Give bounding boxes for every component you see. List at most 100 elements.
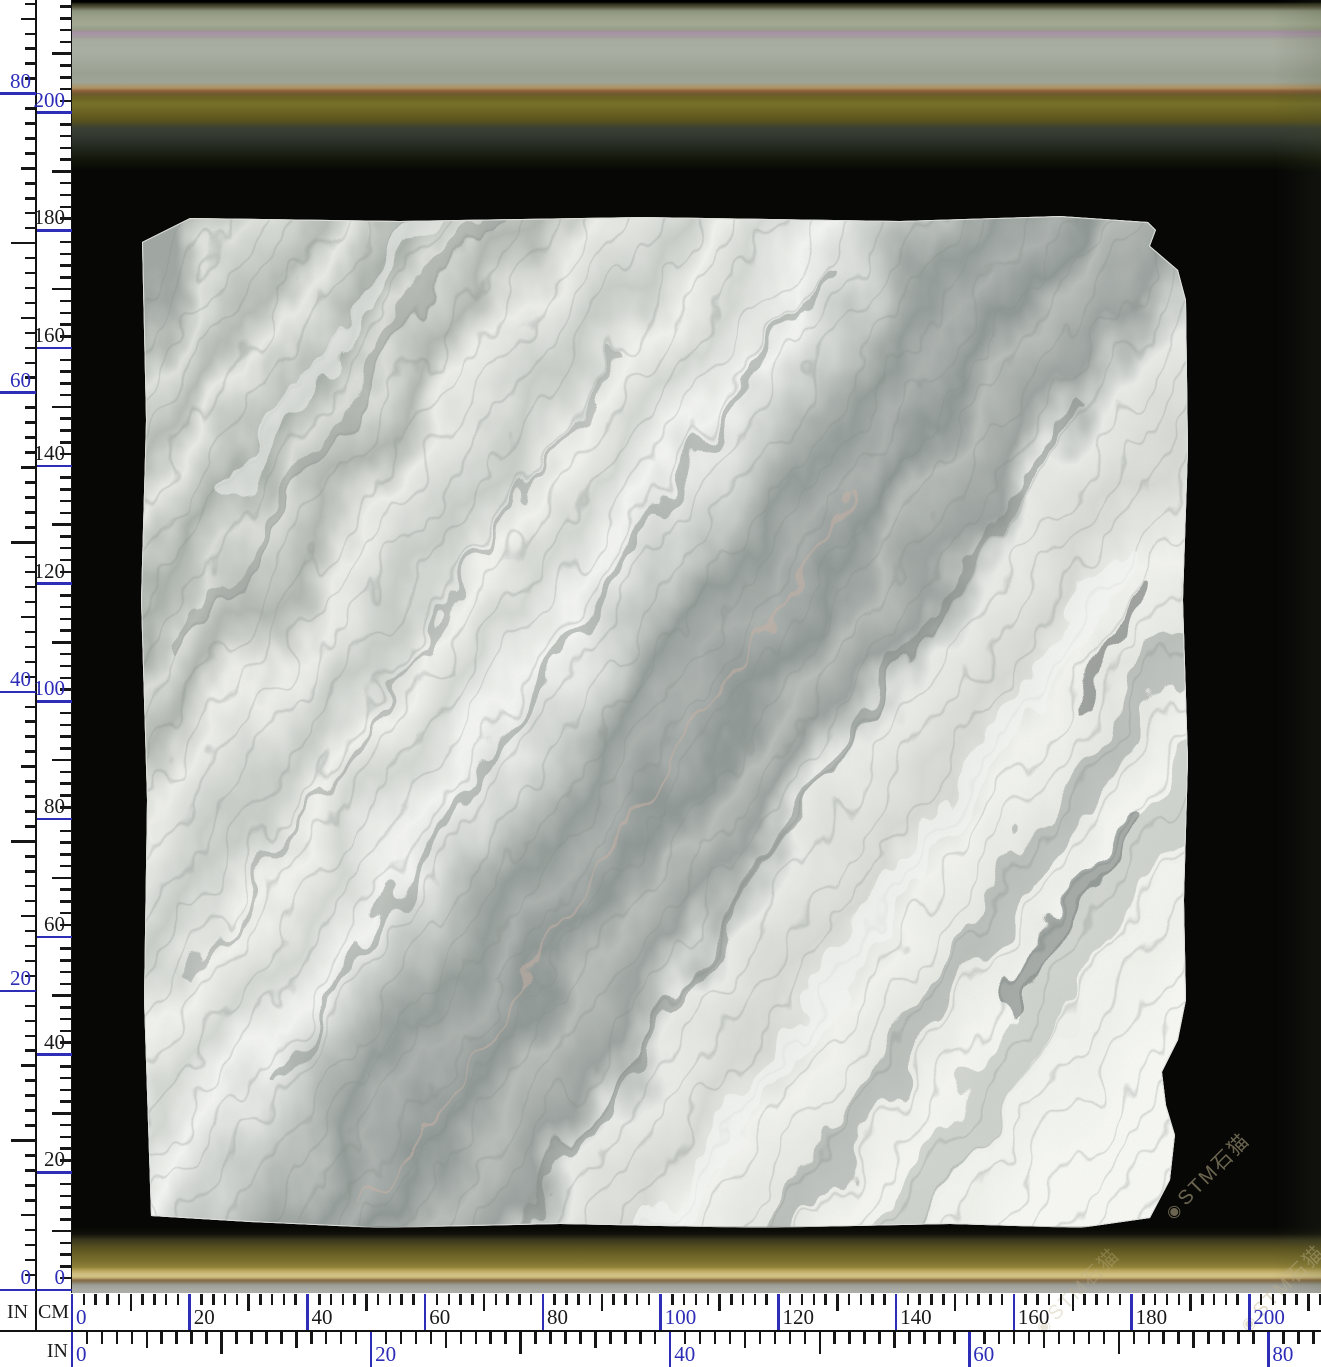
ruler-tick bbox=[330, 1294, 333, 1305]
ruler-tick bbox=[754, 1294, 757, 1305]
ruler-tick bbox=[836, 1294, 839, 1311]
ruler-label: 60 bbox=[973, 1343, 1017, 1365]
ruler-tick bbox=[224, 1294, 227, 1305]
ruler-label: 140 bbox=[900, 1306, 944, 1328]
ruler-tick bbox=[683, 1294, 686, 1305]
ruler-tick bbox=[160, 1332, 163, 1344]
ruler-tick bbox=[21, 1064, 36, 1067]
ruler-tick bbox=[938, 1332, 941, 1344]
ruler-mark-line bbox=[37, 582, 73, 585]
ruler-tick bbox=[146, 1332, 149, 1348]
ruler-mark-line bbox=[0, 990, 36, 993]
ruler-tick bbox=[577, 1294, 580, 1305]
ruler-tick bbox=[220, 1332, 223, 1354]
ruler-tick bbox=[589, 1294, 592, 1305]
ruler-tick bbox=[385, 1332, 388, 1344]
ruler-tick bbox=[954, 1294, 957, 1311]
ruler-tick bbox=[968, 1332, 971, 1354]
ruler-mark-line bbox=[37, 818, 73, 821]
ruler-label: 60 bbox=[0, 369, 31, 391]
ruler-tick bbox=[564, 1332, 567, 1344]
ruler-mark-line bbox=[37, 465, 73, 468]
ruler-mark-line bbox=[37, 229, 73, 232]
ruler-tick bbox=[1166, 1294, 1169, 1305]
ruler-tick bbox=[460, 1332, 463, 1344]
ruler-tick bbox=[295, 1332, 298, 1348]
ruler-tick bbox=[530, 1294, 533, 1305]
ruler-tick bbox=[1058, 1332, 1061, 1344]
ruler-tick bbox=[1189, 1294, 1192, 1311]
ruler-tick bbox=[707, 1294, 710, 1305]
ruler-tick bbox=[212, 1294, 215, 1305]
ruler-mark-line bbox=[37, 700, 73, 703]
ruler-tick bbox=[130, 1294, 133, 1311]
ruler-tick bbox=[377, 1294, 380, 1305]
ruler-label: 80 bbox=[0, 70, 31, 92]
ruler-tick bbox=[52, 288, 72, 291]
ruler-tick bbox=[908, 1332, 911, 1344]
ruler-tick bbox=[848, 1294, 851, 1305]
ruler-tick bbox=[966, 1294, 969, 1305]
ruler-tick bbox=[895, 1294, 898, 1311]
scanner-frame-right-shade bbox=[1273, 0, 1321, 1293]
ruler-tick bbox=[930, 1294, 933, 1305]
ruler-tick bbox=[801, 1294, 804, 1305]
ruler-tick bbox=[759, 1332, 762, 1344]
ruler-tick bbox=[471, 1294, 474, 1305]
ruler-tick bbox=[1095, 1294, 1098, 1305]
ruler-tick bbox=[1192, 1332, 1195, 1348]
ruler-tick bbox=[400, 1294, 403, 1305]
ruler-tick bbox=[250, 1332, 253, 1344]
ruler-tick bbox=[21, 1214, 36, 1217]
ruler-tick bbox=[824, 1294, 827, 1305]
ruler-tick bbox=[412, 1294, 415, 1305]
ruler-tick bbox=[475, 1332, 478, 1344]
ruler-label: 80 bbox=[1272, 1343, 1316, 1365]
ruler-tick bbox=[205, 1332, 208, 1344]
ruler-tick bbox=[188, 1294, 191, 1311]
ruler-tick bbox=[52, 582, 72, 585]
ruler-tick bbox=[236, 1294, 239, 1305]
ruler-tick bbox=[659, 1294, 662, 1311]
ruler-tick bbox=[11, 840, 36, 843]
ruler-tick bbox=[118, 1294, 121, 1305]
ruler-tick bbox=[1297, 1332, 1300, 1344]
ruler-tick bbox=[430, 1332, 433, 1344]
ruler-tick bbox=[52, 1289, 72, 1292]
ruler-tick bbox=[907, 1294, 910, 1305]
ruler-tick bbox=[1148, 1332, 1151, 1344]
ruler-tick bbox=[52, 347, 72, 350]
ruler-tick bbox=[695, 1294, 698, 1305]
ruler-tick bbox=[1119, 1294, 1122, 1305]
ruler-mark-line bbox=[0, 92, 36, 95]
ruler-tick bbox=[594, 1332, 597, 1348]
ruler-tick bbox=[1088, 1332, 1091, 1344]
ruler-tick bbox=[983, 1332, 986, 1344]
ruler-label: 0 bbox=[76, 1343, 120, 1365]
ruler-tick bbox=[52, 1171, 72, 1174]
ruler-mark-line bbox=[37, 936, 73, 939]
ruler-tick bbox=[1103, 1332, 1106, 1344]
horizontal-inch-unit-label: IN bbox=[0, 1340, 68, 1362]
ruler-tick bbox=[247, 1294, 250, 1311]
ruler-tick bbox=[52, 523, 72, 526]
ruler-tick bbox=[883, 1294, 886, 1305]
ruler-tick bbox=[21, 616, 36, 619]
ruler-tick bbox=[52, 818, 72, 821]
ruler-tick bbox=[1142, 1294, 1145, 1305]
ruler-tick bbox=[71, 1294, 74, 1311]
ruler-mark-line bbox=[37, 347, 73, 350]
ruler-tick bbox=[400, 1332, 403, 1344]
ruler-tick bbox=[11, 391, 36, 394]
ruler-tick bbox=[424, 1294, 427, 1311]
ruler-tick bbox=[52, 1112, 72, 1115]
ruler-tick bbox=[153, 1294, 156, 1305]
ruler-tick bbox=[765, 1294, 768, 1305]
ruler-mark-line bbox=[37, 111, 73, 114]
ruler-tick bbox=[116, 1332, 119, 1344]
ruler-mark-line bbox=[669, 1332, 672, 1367]
ruler-tick bbox=[365, 1294, 368, 1311]
ruler-tick bbox=[860, 1294, 863, 1305]
ruler-tick bbox=[94, 1294, 97, 1305]
ruler-tick bbox=[813, 1294, 816, 1305]
